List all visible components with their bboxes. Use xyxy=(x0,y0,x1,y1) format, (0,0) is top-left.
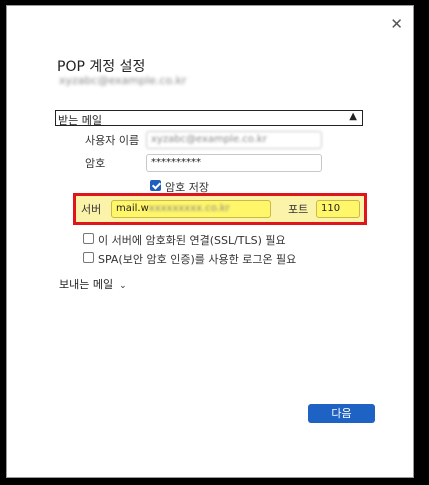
port-label: 포트 xyxy=(288,203,309,216)
close-icon[interactable]: ✕ xyxy=(390,15,403,33)
chevron-down-icon: ⌄ xyxy=(119,281,127,291)
port-field[interactable]: 110 xyxy=(316,200,360,218)
server-label: 서버 xyxy=(81,203,102,216)
server-value-hidden: xxxxxxxxx.co.kr xyxy=(148,203,230,214)
chevron-up-icon: ▲ xyxy=(349,111,357,122)
pop-settings-dialog: ✕ POP 계정 설정 xyzabc@example.co.kr 받는 메일 ▲… xyxy=(6,5,414,478)
password-field[interactable]: ********** xyxy=(146,154,322,172)
username-label: 사용자 이름 xyxy=(85,134,140,147)
server-value: mail.w xyxy=(116,203,149,214)
incoming-mail-section-header[interactable]: 받는 메일 ▲ xyxy=(55,110,363,127)
server-highlight-box: 서버 mail.wxxxxxxxxx.co.kr 포트 110 xyxy=(73,193,367,225)
save-password-checkbox[interactable] xyxy=(150,180,161,191)
next-button[interactable]: 다음 xyxy=(308,404,375,423)
password-label: 암호 xyxy=(85,157,106,170)
account-email: xyzabc@example.co.kr xyxy=(59,74,187,87)
ssl-checkbox[interactable] xyxy=(83,233,94,244)
username-field[interactable]: xyzabc@example.co.kr xyxy=(146,131,322,149)
incoming-mail-label: 받는 메일 xyxy=(58,114,102,127)
spa-label: SPA(보안 암호 인증)를 사용한 로그온 필요 xyxy=(98,253,297,266)
outgoing-mail-toggle[interactable]: 보내는 메일 ⌄ xyxy=(59,276,127,292)
outgoing-mail-label: 보내는 메일 xyxy=(59,278,114,291)
dialog-title: POP 계정 설정 xyxy=(57,59,146,75)
spa-checkbox[interactable] xyxy=(83,252,94,263)
ssl-label: 이 서버에 암호화된 연결(SSL/TLS) 필요 xyxy=(98,234,286,247)
server-field[interactable]: mail.wxxxxxxxxx.co.kr xyxy=(111,200,271,218)
